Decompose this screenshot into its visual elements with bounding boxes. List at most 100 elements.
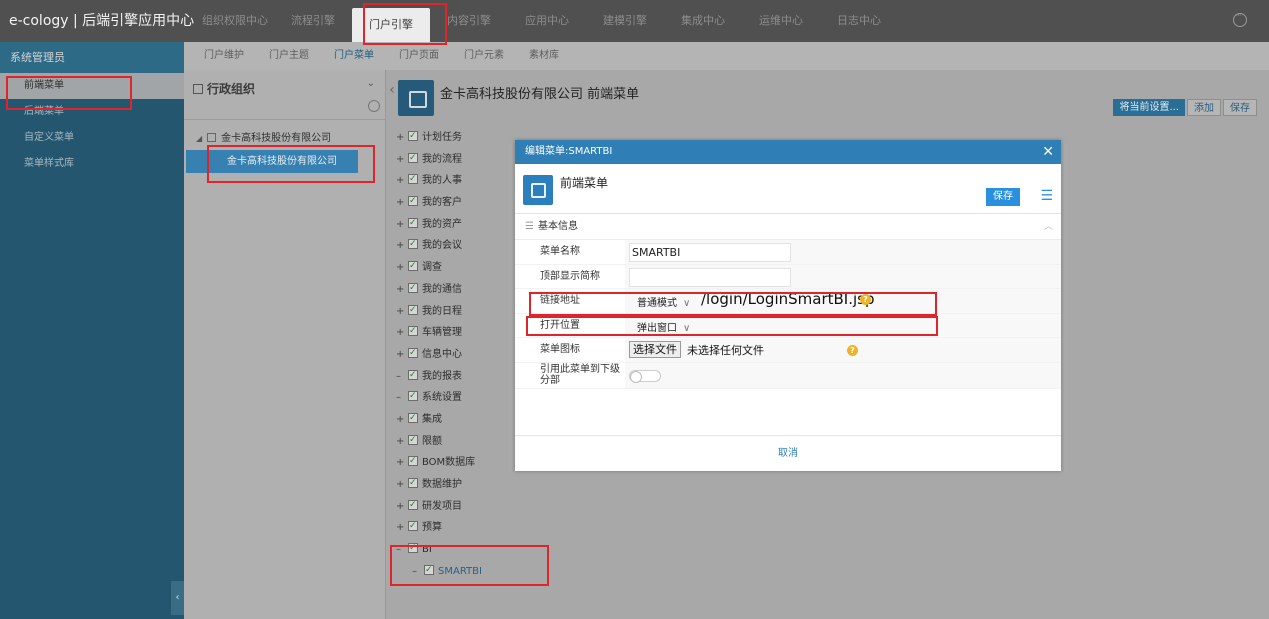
close-icon[interactable]: ✕ [1042, 140, 1054, 164]
subnav-portal-page[interactable]: 门户页面 [399, 42, 439, 70]
checkbox[interactable] [408, 300, 418, 321]
tree-node[interactable]: + 信息中心 [396, 343, 482, 366]
expand-toggle[interactable]: + [396, 279, 406, 301]
chevron-up-icon[interactable]: ︿ [1044, 214, 1053, 240]
panel-collapse-icon[interactable]: ‹ [387, 70, 397, 110]
checkbox[interactable] [408, 451, 418, 473]
checkbox[interactable] [408, 256, 418, 278]
tree-node[interactable]: – 我的报表 [396, 365, 482, 388]
checkbox[interactable] [408, 408, 418, 430]
tree-node-label: 信息中心 [422, 348, 462, 360]
tree-node[interactable]: + 车辆管理 [396, 321, 482, 344]
window-icon [523, 175, 553, 205]
checkbox[interactable] [408, 278, 418, 300]
tree-node[interactable]: + BOM数据库 [396, 451, 482, 474]
expand-toggle[interactable]: + [396, 409, 406, 431]
menu-tree: +计划任务 +我的流程 +我的人事 +我的客户 +我的资产 +我的会议 +调查 … [396, 126, 482, 582]
field-row-menu-name: 菜单名称 SMARTBI [515, 240, 1061, 265]
apply-current-settings-button[interactable]: 将当前设置... [1113, 99, 1185, 116]
cancel-button[interactable]: 取消 [778, 448, 798, 459]
expand-toggle[interactable]: + [396, 344, 406, 366]
tree-node[interactable]: + 数据维护 [396, 473, 482, 496]
expand-toggle[interactable]: + [396, 301, 406, 323]
checkbox[interactable] [408, 343, 418, 365]
org-title[interactable]: 行政组织 [193, 80, 255, 97]
expand-triangle-icon[interactable]: ◢ [196, 134, 202, 143]
expand-toggle[interactable]: + [396, 235, 406, 257]
expand-toggle[interactable]: + [396, 452, 406, 474]
tree-node[interactable]: + 我的日程 [396, 300, 482, 323]
expand-toggle[interactable]: + [396, 431, 406, 453]
expand-toggle[interactable]: + [396, 192, 406, 214]
tree-node[interactable]: + 我的通信 [396, 278, 482, 301]
tree-node[interactable]: + 计划任务 [396, 126, 482, 149]
highlight-box [526, 316, 938, 336]
tree-node-label: 调查 [422, 262, 442, 274]
checkbox[interactable] [408, 386, 418, 408]
expand-toggle[interactable]: + [396, 474, 406, 496]
reference-toggle[interactable] [629, 369, 661, 383]
menu-name-input[interactable]: SMARTBI [629, 243, 791, 262]
tab-app-center[interactable]: 应用中心 [508, 0, 586, 42]
checkbox[interactable] [408, 234, 418, 256]
section-basic-info[interactable]: ☰ 基本信息 ︿ [515, 214, 1061, 240]
expand-toggle[interactable]: + [396, 496, 406, 518]
expand-toggle[interactable]: + [396, 127, 406, 149]
subnav-portal-theme[interactable]: 门户主题 [269, 42, 309, 70]
expand-toggle[interactable]: + [396, 517, 406, 539]
sidebar-item-menu-style-library[interactable]: 菜单样式库 [0, 151, 184, 177]
tab-org-permission[interactable]: 组织权限中心 [196, 0, 274, 42]
tree-node[interactable]: + 我的会议 [396, 234, 482, 257]
tree-node[interactable]: + 限额 [396, 430, 482, 453]
add-button[interactable]: 添加 [1187, 99, 1221, 116]
tree-node[interactable]: + 我的人事 [396, 169, 482, 192]
sidebar-item-custom-menu[interactable]: 自定义菜单 [0, 125, 184, 151]
expand-toggle[interactable]: + [396, 149, 406, 171]
checkbox[interactable] [408, 365, 418, 386]
tree-node[interactable]: + 研发项目 [396, 495, 482, 518]
checkbox[interactable] [408, 148, 418, 169]
chevron-down-icon[interactable]: ⌄ [367, 78, 375, 89]
checkbox[interactable] [408, 495, 418, 516]
top-name-input[interactable] [629, 267, 791, 287]
expand-toggle[interactable]: – [396, 387, 406, 409]
tab-ops-center[interactable]: 运维中心 [742, 0, 820, 42]
expand-toggle[interactable]: – [396, 366, 406, 388]
tab-log-center[interactable]: 日志中心 [820, 0, 898, 42]
tree-node[interactable]: + 集成 [396, 408, 482, 431]
tree-node[interactable]: + 我的流程 [396, 148, 482, 171]
checkbox[interactable] [408, 126, 418, 148]
dialog-save-button[interactable]: 保存 [986, 188, 1020, 206]
checkbox[interactable] [408, 213, 418, 234]
help-icon[interactable]: ? [847, 345, 858, 356]
tab-integration-center[interactable]: 集成中心 [664, 0, 742, 42]
tree-node[interactable]: + 我的客户 [396, 191, 482, 214]
list-icon[interactable]: ☰ [1040, 188, 1053, 204]
expand-toggle[interactable]: + [396, 257, 406, 279]
tree-node[interactable]: + 调查 [396, 256, 482, 279]
tree-node[interactable]: – 系统设置 [396, 386, 482, 409]
sidebar-collapse-icon[interactable]: ‹ [171, 581, 184, 615]
tree-node[interactable]: + 我的资产 [396, 213, 482, 236]
checkbox[interactable] [408, 191, 418, 213]
subnav-material-library[interactable]: 素材库 [529, 42, 559, 70]
expand-toggle[interactable]: + [396, 322, 406, 344]
checkbox[interactable] [408, 430, 418, 451]
choose-file-button[interactable]: 选择文件 [629, 341, 681, 358]
tree-node[interactable]: + 预算 [396, 516, 482, 539]
highlight-box [207, 145, 375, 183]
checkbox[interactable] [408, 516, 418, 538]
checkbox[interactable] [408, 321, 418, 343]
expand-toggle[interactable]: + [396, 170, 406, 192]
checkbox[interactable] [408, 169, 418, 191]
checkbox[interactable] [408, 473, 418, 495]
more-icon[interactable] [1233, 11, 1247, 27]
save-button[interactable]: 保存 [1223, 99, 1257, 116]
tab-modeling-engine[interactable]: 建模引擎 [586, 0, 664, 42]
tab-workflow-engine[interactable]: 流程引擎 [274, 0, 352, 42]
expand-toggle[interactable]: + [396, 214, 406, 236]
search-icon[interactable] [368, 100, 380, 112]
subnav-portal-menu[interactable]: 门户菜单 [334, 42, 374, 70]
subnav-portal-maintenance[interactable]: 门户维护 [204, 42, 244, 70]
subnav-portal-element[interactable]: 门户元素 [464, 42, 504, 70]
